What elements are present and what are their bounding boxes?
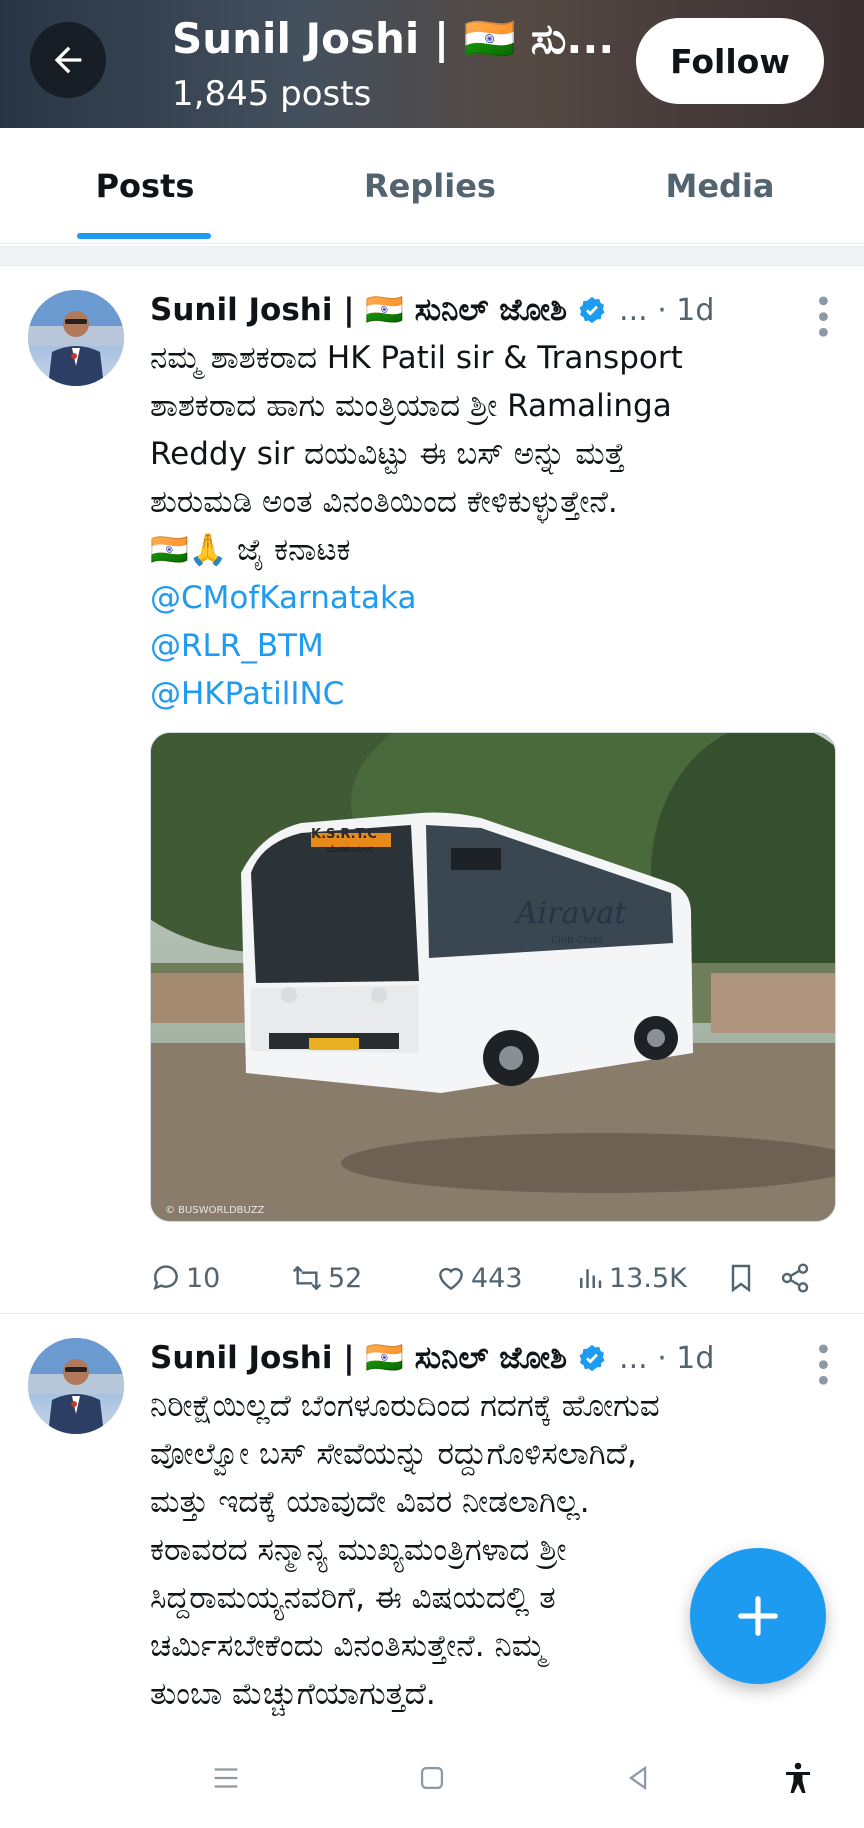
tweet-1[interactable]: Sunil Joshi | 🇮🇳 ಸುನಿಲ್ ಜೋಶಿ ... · 1d ••…	[0, 268, 864, 1310]
posts-count: 1,845 posts	[172, 74, 372, 114]
repost-button[interactable]: 52	[290, 1262, 435, 1294]
share-button[interactable]	[779, 1262, 819, 1294]
tab-posts[interactable]: Posts	[40, 128, 250, 244]
views-button[interactable]: 13.5K	[575, 1262, 725, 1294]
verified-badge-icon	[577, 1343, 607, 1373]
tab-replies[interactable]: Replies	[325, 128, 535, 244]
bus-brand-label: Airavat	[513, 896, 627, 931]
profile-header: Sunil Joshi | 🇮🇳 ಸು... 1,845 posts Follo…	[0, 0, 864, 128]
tweet-text-line: ತುಂಬಾ ಮೆಚ್ಚುಗೆಯಾಗುತ್ತದೆ.	[150, 1676, 436, 1712]
nav-recents-icon	[214, 1768, 238, 1788]
follow-button[interactable]: Follow	[636, 18, 824, 104]
tweet-header: Sunil Joshi | 🇮🇳 ಸುನಿಲ್ ಜೋಶಿ ... · 1d	[150, 1336, 714, 1380]
tab-media[interactable]: Media	[615, 128, 825, 244]
author-name[interactable]: Sunil Joshi | 🇮🇳 ಸುನಿಲ್ ಜೋಶಿ	[150, 1339, 567, 1377]
section-divider	[0, 246, 864, 266]
tweet-text-line: ಶುರುಮಡಿ ಅಂತ ವಿನಂತಿಯಿಂದ ಕೇಳಿಕುಳ್ಳುತ್ತೇನೆ.	[150, 484, 618, 520]
tweet-text: ನಮ್ಮ ಶಾಶಕರಾದ HK Patil sir & Transport ಶಾ…	[150, 334, 820, 718]
like-count: 443	[471, 1262, 523, 1294]
nav-home-button[interactable]	[402, 1748, 462, 1808]
mention-link[interactable]: @RLR_BTM	[150, 622, 820, 670]
avatar[interactable]	[28, 290, 124, 386]
tweet-header: Sunil Joshi | 🇮🇳 ಸುನಿಲ್ ಜೋಶಿ ... · 1d	[150, 288, 714, 332]
system-nav-bar	[0, 1722, 864, 1828]
nav-back-icon	[628, 1765, 647, 1791]
reply-icon	[153, 1265, 178, 1291]
repost-count: 52	[328, 1262, 363, 1294]
tweet-text-line: ಮತ್ತು ಇದಕ್ಕೆ ಯಾವುದೇ ವಿವರ ನೀಡಲಾಗಿಲ್ಲ.	[150, 1484, 590, 1520]
avatar-photo	[28, 290, 124, 386]
back-arrow-icon	[54, 46, 82, 74]
bus-brand-sub: Club Class	[551, 935, 603, 946]
bus-operator-label: K.S.R.T.C	[311, 827, 377, 842]
bookmark-button[interactable]	[725, 1262, 779, 1294]
like-icon	[439, 1267, 463, 1291]
back-button[interactable]	[30, 22, 106, 98]
avatar[interactable]	[28, 1338, 124, 1434]
nav-recents-button[interactable]	[196, 1748, 256, 1808]
like-button[interactable]: 443	[435, 1262, 575, 1294]
profile-tabs: Posts Replies Media	[0, 128, 864, 244]
views-count: 13.5K	[609, 1262, 687, 1294]
mention-link[interactable]: @CMofKarnataka	[150, 574, 820, 622]
tweet-text-line: ವೋಲ್ವೋ ಬಸ್ ಸೇವೆಯನ್ನು ರದ್ದುಗೊಳಿಸಲಾಗಿದೆ,	[150, 1436, 637, 1472]
more-icon[interactable]: •••	[804, 1340, 839, 1387]
accessibility-button[interactable]	[768, 1748, 828, 1808]
tweet-text-line: Reddy sir ದಯವಿಟ್ಟು ಈ ಬಸ್ ಅನ್ನು ಮತ್ತೆ	[150, 436, 626, 472]
views-icon	[580, 1269, 602, 1288]
author-name[interactable]: Sunil Joshi | 🇮🇳 ಸುನಿಲ್ ಜೋಶಿ	[150, 291, 567, 329]
tweet-meta: ... · 1d	[619, 1340, 715, 1376]
more-icon[interactable]: •••	[804, 292, 839, 339]
reply-count: 10	[186, 1262, 221, 1294]
compose-plus-icon	[738, 1596, 778, 1636]
tweet-image[interactable]: K.S.R.T.C ಬೆಂಗಳೂರು-ಗ Airavat Club Class …	[150, 732, 836, 1222]
avatar-photo	[28, 1338, 124, 1434]
tweet-text-line: ನಿರೀಕ್ಷೆಯಿಲ್ಲದೆ ಬೆಂಗಳೂರುದಿಂದ ಗದಗಕ್ಕೆ ಹೋಗ…	[150, 1388, 660, 1424]
tweet-actions: 10 52 443 13.5K	[150, 1254, 820, 1302]
reply-button[interactable]: 10	[150, 1262, 290, 1294]
bookmark-icon	[731, 1264, 751, 1293]
nav-home-icon	[420, 1766, 444, 1790]
tweet-text-line: ನಮ್ಮ ಶಾಶಕರಾದ HK Patil sir & Transport	[150, 340, 683, 376]
compose-button[interactable]	[690, 1548, 826, 1684]
repost-icon	[292, 1265, 322, 1291]
bus-photo: K.S.R.T.C ಬೆಂಗಳೂರು-ಗ Airavat Club Class …	[151, 733, 835, 1221]
accessibility-icon	[786, 1762, 810, 1793]
photo-watermark: © BUSWORLDBUZZ	[165, 1205, 265, 1216]
tweet-separator	[0, 1313, 864, 1314]
mention-link[interactable]: @HKPatilINC	[150, 670, 820, 718]
tweet-text-line: 🇮🇳🙏 ಜೈ ಕನಾಟಕ	[150, 532, 351, 568]
tweet-text-line: ಶಾಶಕರಾದ ಹಾಗು ಮಂತ್ರಿಯಾದ ಶ್ರೀ Ramalinga	[150, 388, 672, 424]
verified-badge-icon	[577, 295, 607, 325]
share-icon	[781, 1263, 809, 1293]
profile-name: Sunil Joshi | 🇮🇳 ಸು...	[172, 14, 615, 63]
nav-back-button[interactable]	[608, 1748, 668, 1808]
tweet-meta: ... · 1d	[619, 292, 715, 328]
active-tab-indicator	[77, 233, 211, 239]
bus-route-sign: ಬೆಂಗಳೂರು-ಗ	[326, 844, 372, 855]
